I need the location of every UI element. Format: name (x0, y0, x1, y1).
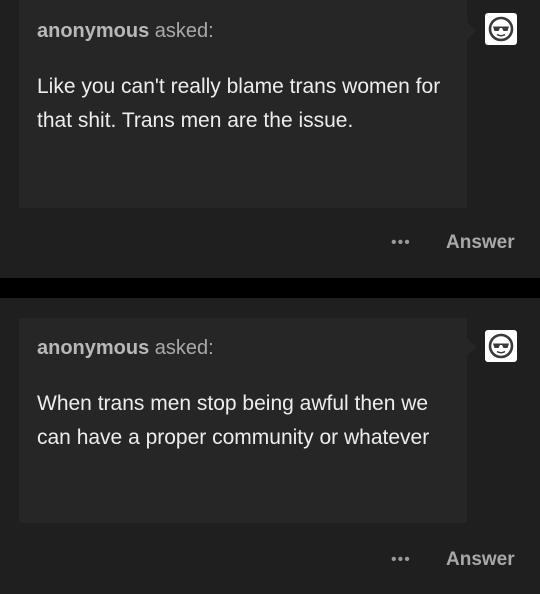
asker-name-link[interactable]: anonymous (37, 20, 149, 42)
question-bubble: anonymous asked: Like you can't really b… (19, 0, 476, 208)
anonymous-avatar[interactable] (485, 13, 517, 45)
question-text: Like you can't really blame trans women … (37, 75, 441, 132)
more-options-button[interactable]: ••• (391, 549, 421, 571)
sunglasses-face-icon (488, 333, 514, 359)
answer-button[interactable]: Answer (446, 229, 515, 257)
ask-post-1: anonymous asked: Like you can't really b… (0, 0, 540, 278)
sunglasses-face-icon (488, 16, 514, 42)
bubble-tail (467, 338, 476, 356)
post-actions: ••• Answer (0, 228, 540, 258)
post-actions: ••• Answer (0, 545, 540, 575)
asked-label: asked: (149, 337, 214, 359)
anonymous-avatar[interactable] (485, 330, 517, 362)
asked-label: asked: (149, 20, 214, 42)
question-bubble: anonymous asked: When trans men stop bei… (19, 318, 476, 523)
asker-line: anonymous asked: (37, 337, 214, 360)
question-text: When trans men stop being awful then we … (37, 392, 430, 449)
bubble-tail (467, 22, 476, 40)
more-options-button[interactable]: ••• (391, 232, 421, 254)
asker-name-link[interactable]: anonymous (37, 337, 149, 359)
ask-post-2: anonymous asked: When trans men stop bei… (0, 298, 540, 594)
answer-button[interactable]: Answer (446, 546, 515, 574)
asker-line: anonymous asked: (37, 20, 214, 43)
